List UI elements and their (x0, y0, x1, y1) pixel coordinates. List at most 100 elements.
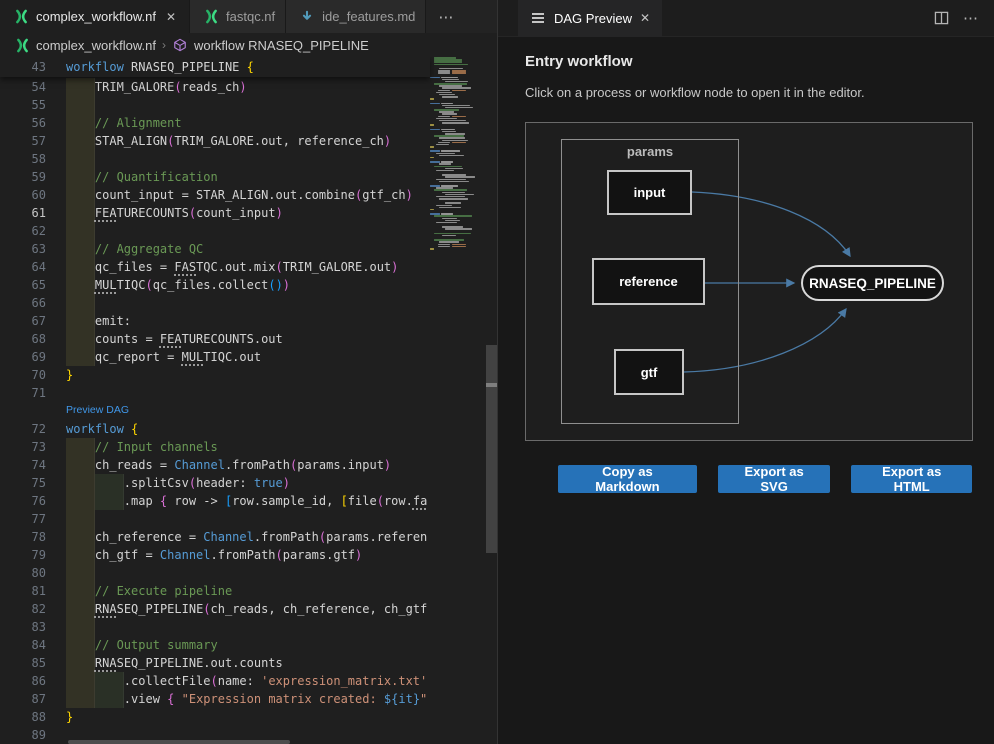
line-number: 84 (0, 636, 46, 654)
export-as-html-button[interactable]: Export as HTML (851, 465, 972, 493)
code-line[interactable]: 58 (0, 150, 430, 168)
code-line[interactable]: 72workflow { (0, 420, 430, 438)
breadcrumb[interactable]: complex_workflow.nf › workflow RNASEQ_PI… (0, 33, 497, 57)
dag-diagram: params input reference gtf RNASEQ_PIPELI… (525, 122, 973, 441)
panel-tab-label: DAG Preview (554, 11, 632, 26)
code-line[interactable]: 81 // Execute pipeline (0, 582, 430, 600)
code-line[interactable]: 77 (0, 510, 430, 528)
tab-dag-preview[interactable]: DAG Preview ✕ (518, 0, 662, 37)
panel-content: Entry workflow Click on a process or wor… (498, 37, 994, 493)
code-line[interactable]: 86 .collectFile(name: 'expression_matrix… (0, 672, 430, 690)
code-line[interactable]: 54 TRIM_GALORE(reads_ch) (0, 78, 430, 96)
line-number: 54 (0, 78, 46, 96)
code-line[interactable]: 73 // Input channels (0, 438, 430, 456)
code-line[interactable]: 75 .splitCsv(header: true) (0, 474, 430, 492)
line-number: 86 (0, 672, 46, 690)
code-line[interactable]: 60 count_input = STAR_ALIGN.out.combine(… (0, 186, 430, 204)
code-line[interactable]: 83 (0, 618, 430, 636)
line-number: 62 (0, 222, 46, 240)
tab-overflow-ellipsis[interactable]: ⋯ (426, 0, 467, 33)
code-line[interactable]: 80 (0, 564, 430, 582)
dag-node-input[interactable]: input (607, 170, 692, 215)
code-line[interactable]: 74 ch_reads = Channel.fromPath(params.in… (0, 456, 430, 474)
line-number: 75 (0, 474, 46, 492)
code-line[interactable]: 71 (0, 384, 430, 402)
dag-node-gtf[interactable]: gtf (614, 349, 684, 395)
split-editor-icon[interactable] (933, 10, 949, 26)
breadcrumb-separator: › (162, 38, 166, 52)
code-line[interactable]: 57 STAR_ALIGN(TRIM_GALORE.out, reference… (0, 132, 430, 150)
line-number: 55 (0, 96, 46, 114)
line-number: 87 (0, 690, 46, 708)
code-line[interactable]: 62 (0, 222, 430, 240)
panel-description: Click on a process or workflow node to o… (525, 85, 972, 100)
code-line[interactable]: 79 ch_gtf = Channel.fromPath(params.gtf) (0, 546, 430, 564)
code-line[interactable]: 56 // Alignment (0, 114, 430, 132)
minimap[interactable] (430, 57, 486, 307)
codelens-preview-dag[interactable]: Preview DAG (0, 402, 430, 420)
breadcrumb-file[interactable]: complex_workflow.nf (36, 38, 156, 53)
code-line[interactable]: 64 qc_files = FASTQC.out.mix(TRIM_GALORE… (0, 258, 430, 276)
code-line[interactable]: 59 // Quantification (0, 168, 430, 186)
code-line[interactable]: 69 qc_report = MULTIQC.out (0, 348, 430, 366)
line-number: 88 (0, 708, 46, 726)
code-line[interactable]: 66 (0, 294, 430, 312)
code-line[interactable]: 85 RNASEQ_PIPELINE.out.counts (0, 654, 430, 672)
copy-as-markdown-button[interactable]: Copy as Markdown (558, 465, 697, 493)
line-number: 61 (0, 204, 46, 222)
horizontal-scrollbar-thumb[interactable] (68, 740, 290, 744)
code-line[interactable]: 63 // Aggregate QC (0, 240, 430, 258)
line-number: 59 (0, 168, 46, 186)
editor-group: complex_workflow.nf ✕ fastqc.nf ide_feat… (0, 0, 497, 744)
sticky-scroll-line[interactable]: 43workflow RNASEQ_PIPELINE { (0, 57, 430, 77)
code-line[interactable]: 87 .view { "Expression matrix created: $… (0, 690, 430, 708)
line-number: 76 (0, 492, 46, 510)
code-editor[interactable]: 54 TRIM_GALORE(reads_ch)5556 // Alignmen… (0, 57, 497, 744)
nextflow-file-icon (14, 37, 30, 53)
code-line[interactable]: 67 emit: (0, 312, 430, 330)
code-line[interactable]: 82 RNASEQ_PIPELINE(ch_reads, ch_referenc… (0, 600, 430, 618)
code-line[interactable]: 65 MULTIQC(qc_files.collect()) (0, 276, 430, 294)
code-line[interactable]: 70} (0, 366, 430, 384)
line-number: 83 (0, 618, 46, 636)
line-number: 79 (0, 546, 46, 564)
line-number: 65 (0, 276, 46, 294)
line-number: 80 (0, 564, 46, 582)
panel-more-icon[interactable]: ⋯ (963, 9, 980, 27)
code-line[interactable]: 88} (0, 708, 430, 726)
line-number: 67 (0, 312, 46, 330)
code-line[interactable]: 76 .map { row -> [row.sample_id, [file(r… (0, 492, 430, 510)
code-line[interactable]: 55 (0, 96, 430, 114)
line-number: 78 (0, 528, 46, 546)
tab-close-icon[interactable]: ✕ (163, 9, 179, 25)
code-line[interactable]: 78 ch_reference = Channel.fromPath(param… (0, 528, 430, 546)
tab-complex-workflow[interactable]: complex_workflow.nf ✕ (0, 0, 190, 33)
line-number: 89 (0, 726, 46, 744)
panel-tab-close-icon[interactable]: ✕ (640, 11, 650, 25)
dag-cluster-label: params (562, 144, 738, 159)
vertical-scrollbar[interactable] (486, 57, 497, 744)
breadcrumb-symbol[interactable]: workflow RNASEQ_PIPELINE (194, 38, 369, 53)
code-line[interactable]: 61 FEATURECOUNTS(count_input) (0, 204, 430, 222)
nextflow-file-icon (13, 9, 29, 25)
code-line[interactable]: 68 counts = FEATURECOUNTS.out (0, 330, 430, 348)
dag-preview-panel: DAG Preview ✕ ⋯ Entry workflow Click on … (497, 0, 994, 744)
panel-tab-bar: DAG Preview ✕ ⋯ (498, 0, 994, 37)
line-number: 69 (0, 348, 46, 366)
tab-ide-features[interactable]: ide_features.md (286, 0, 426, 33)
line-number: 66 (0, 294, 46, 312)
export-as-svg-button[interactable]: Export as SVG (718, 465, 831, 493)
vertical-scrollbar-thumb[interactable] (486, 345, 497, 553)
tab-label: fastqc.nf (226, 9, 275, 24)
code-lines: 54 TRIM_GALORE(reads_ch)5556 // Alignmen… (0, 78, 430, 744)
dag-node-reference[interactable]: reference (592, 258, 705, 305)
tab-fastqc[interactable]: fastqc.nf (190, 0, 286, 33)
tab-label: complex_workflow.nf (36, 9, 156, 24)
line-number: 85 (0, 654, 46, 672)
dag-node-rnaseq-pipeline[interactable]: RNASEQ_PIPELINE (801, 265, 944, 301)
tab-label: ide_features.md (322, 9, 415, 24)
line-number: 73 (0, 438, 46, 456)
line-number: 56 (0, 114, 46, 132)
line-number: 70 (0, 366, 46, 384)
code-line[interactable]: 84 // Output summary (0, 636, 430, 654)
